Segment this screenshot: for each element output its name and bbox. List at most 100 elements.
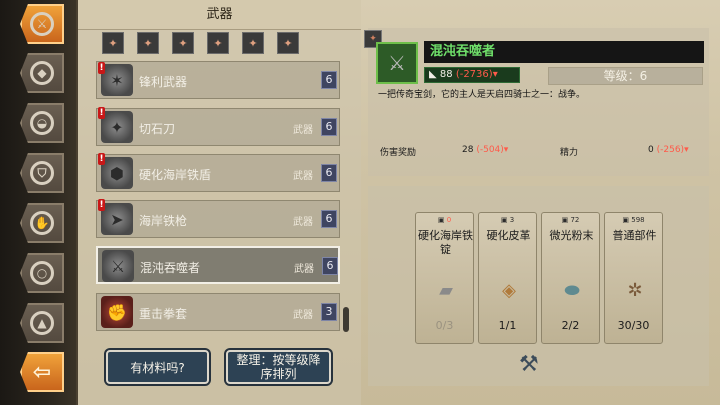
material-card[interactable]: ▣ 598 普通部件 ✲ 30/30 bbox=[604, 212, 663, 344]
item-name: 锋利武器 bbox=[139, 75, 188, 89]
stat-label-damage: 伤害奖励 bbox=[380, 148, 417, 158]
item-type: 武器 bbox=[294, 264, 314, 275]
list-item[interactable]: ✊ 重击拳套 武器 3 bbox=[96, 293, 340, 331]
stat-delta: (-256) bbox=[656, 145, 685, 155]
list-item[interactable]: ✦ 切石刀 武器 6 bbox=[96, 108, 340, 146]
power-value: 88 bbox=[439, 69, 453, 80]
item-name: 硬化海岸铁盾 bbox=[139, 168, 212, 182]
item-level: 6 bbox=[321, 164, 337, 182]
material-progress: 0/3 bbox=[435, 319, 454, 332]
material-progress: 2/2 bbox=[561, 319, 580, 332]
parts-icon: ✲ bbox=[627, 279, 643, 301]
nav-shield-button[interactable]: ⛉ bbox=[20, 153, 64, 193]
stat-number: 28 bbox=[462, 145, 474, 155]
item-description: 一把传奇宝剑，它的主人是天启四骑士之一：战争。 bbox=[378, 90, 586, 100]
list-item[interactable]: ⬢ 硬化海岸铁盾 武器 6 bbox=[96, 154, 340, 192]
material-count: ▣ 598 bbox=[622, 216, 645, 224]
nav-armor-button[interactable]: ◆ bbox=[20, 53, 64, 93]
item-name: 海岸铁枪 bbox=[139, 214, 188, 228]
material-count: ▣ 0 bbox=[437, 216, 452, 224]
list-scrollbar[interactable] bbox=[343, 307, 349, 332]
weapon-icon: ✦ bbox=[101, 111, 133, 143]
craft-anvil-icon[interactable]: ⚒ bbox=[519, 352, 539, 377]
boots-icon: ▲ bbox=[30, 311, 54, 335]
back-arrow-icon: ⇦ bbox=[32, 359, 52, 385]
material-name: 硬化海岸铁锭 bbox=[418, 229, 473, 256]
nav-weapons-button[interactable]: ⚔ bbox=[20, 4, 64, 44]
power-indicator: ◣ 88 (-2736)▾ bbox=[424, 67, 520, 83]
material-count: ▣ 72 bbox=[561, 216, 580, 224]
hero-portrait[interactable]: ✦ bbox=[277, 32, 299, 54]
selected-weapon-icon: ⚔ bbox=[376, 42, 418, 84]
item-name: 混沌吞噬者 bbox=[140, 261, 201, 275]
material-card[interactable]: ▣ 3 硬化皮革 ◈ 1/1 bbox=[478, 212, 537, 344]
stat-value-damage: 28 (-504)▾ bbox=[462, 145, 508, 155]
material-count: ▣ 3 bbox=[500, 216, 515, 224]
weapon-icon: ✶ bbox=[101, 64, 133, 96]
sword-item-icon: ⚔ bbox=[102, 250, 134, 282]
warning-icon: ! bbox=[98, 62, 105, 74]
hero-portrait[interactable]: ✦ bbox=[102, 32, 124, 54]
item-level: 6 bbox=[322, 257, 338, 275]
hero-portrait[interactable]: ✦ bbox=[137, 32, 159, 54]
list-title: 武器 bbox=[78, 0, 361, 30]
hero-filter-strip: ✦ ✦ ✦ ✦ ✦ ✦ bbox=[102, 32, 342, 54]
power-delta: (-2736) bbox=[455, 69, 493, 80]
detail-item-name: 混沌吞噬者 bbox=[424, 41, 704, 63]
material-card[interactable]: ▣ 72 微光粉末 ⬬ 2/2 bbox=[541, 212, 600, 344]
down-arrow-icon: ▾ bbox=[503, 145, 509, 155]
list-item-selected[interactable]: ⚔ 混沌吞噬者 武器 6 bbox=[96, 246, 340, 284]
gauntlet-icon: ✊ bbox=[101, 296, 133, 328]
material-progress: 30/30 bbox=[617, 319, 650, 332]
item-level: 6 bbox=[321, 118, 337, 136]
nav-helmet-button[interactable]: ◒ bbox=[20, 103, 64, 143]
back-button[interactable]: ⇦ bbox=[20, 352, 64, 392]
list-item[interactable]: ✶ 锋利武器 6 bbox=[96, 61, 340, 99]
down-arrow-icon: ▾ bbox=[684, 145, 689, 155]
warning-icon: ! bbox=[98, 107, 105, 119]
has-material-button[interactable]: 有材料吗? bbox=[106, 350, 209, 384]
stat-label-energy: 精力 bbox=[560, 148, 579, 158]
item-type: 武器 bbox=[293, 125, 313, 136]
list-item[interactable]: ➤ 海岸铁枪 武器 6 bbox=[96, 200, 340, 238]
item-level: 6 bbox=[321, 71, 337, 89]
item-name: 重击拳套 bbox=[139, 307, 188, 321]
sword-icon: ⚔ bbox=[30, 12, 54, 36]
shield-icon: ⛉ bbox=[30, 161, 54, 185]
level-label: 等级：6 bbox=[548, 67, 703, 85]
armor-icon: ◆ bbox=[30, 61, 54, 85]
warning-icon: ! bbox=[98, 153, 105, 165]
stat-value-energy: 0 (-256)▾ bbox=[648, 145, 689, 155]
dust-icon: ⬬ bbox=[564, 279, 580, 301]
material-name: 硬化皮革 bbox=[486, 229, 531, 242]
stat-number: 0 bbox=[648, 145, 654, 155]
item-level: 3 bbox=[321, 303, 337, 321]
hero-portrait[interactable]: ✦ bbox=[172, 32, 194, 54]
gun-icon: ➤ bbox=[101, 203, 133, 235]
ingot-icon: ▰ bbox=[439, 279, 453, 301]
material-progress: 1/1 bbox=[498, 319, 517, 332]
material-card[interactable]: ▣ 0 硬化海岸铁锭 ▰ 0/3 bbox=[415, 212, 474, 344]
material-name: 普通部件 bbox=[612, 229, 657, 242]
nav-ring-button[interactable]: ○ bbox=[20, 253, 64, 293]
sort-button[interactable]: 整理：按等级降序排列 bbox=[226, 350, 331, 384]
helmet-icon: ◒ bbox=[30, 111, 54, 135]
hero-portrait[interactable]: ✦ bbox=[242, 32, 264, 54]
item-type: 武器 bbox=[293, 310, 313, 321]
item-type: 武器 bbox=[293, 171, 313, 182]
item-level: 6 bbox=[321, 210, 337, 228]
down-arrow-icon: ▾ bbox=[492, 69, 498, 80]
hero-portrait[interactable]: ✦ bbox=[207, 32, 229, 54]
leather-icon: ◈ bbox=[502, 279, 516, 301]
shield-item-icon: ⬢ bbox=[101, 157, 133, 189]
warning-icon: ! bbox=[98, 199, 105, 211]
stat-delta: (-504) bbox=[476, 145, 504, 155]
power-icon: ◣ bbox=[429, 69, 437, 80]
item-type: 武器 bbox=[293, 217, 313, 228]
material-name: 微光粉末 bbox=[549, 229, 594, 242]
item-name: 切石刀 bbox=[139, 122, 176, 136]
ring-icon: ○ bbox=[30, 261, 54, 285]
nav-boots-button[interactable]: ▲ bbox=[20, 303, 64, 343]
nav-glove-button[interactable]: ✋ bbox=[20, 203, 64, 243]
glove-icon: ✋ bbox=[30, 211, 54, 235]
